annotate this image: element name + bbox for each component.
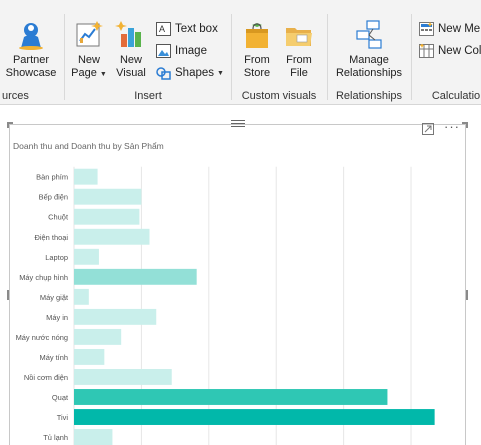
- bar[interactable]: [73, 389, 388, 405]
- bar[interactable]: [73, 328, 122, 345]
- new-page-label-text: Page: [71, 67, 97, 79]
- category-label: Quạt: [52, 393, 69, 402]
- new-visual-label-1: New: [119, 54, 142, 66]
- chevron-down-icon: ▼: [217, 69, 224, 77]
- calculator-icon: [419, 22, 434, 36]
- bar-chart-visual[interactable]: ··· Doanh thu and Doanh thu by Sản Phẩm …: [7, 119, 468, 445]
- resize-handle-top-right-v[interactable]: [466, 122, 468, 128]
- bar[interactable]: [73, 268, 197, 285]
- from-file-label-2: File: [290, 67, 308, 79]
- bar[interactable]: [73, 228, 150, 245]
- partner-showcase-label-1: Partner: [12, 54, 50, 66]
- ribbon-separator: [231, 14, 232, 100]
- image-button[interactable]: Image: [156, 44, 207, 58]
- category-label: Chuột: [48, 213, 69, 222]
- svg-text:A: A: [159, 24, 165, 34]
- new-page-label-2: Page ▼: [70, 67, 108, 81]
- chevron-down-icon: ▼: [99, 71, 107, 78]
- custom-visuals-group: From Store From File Custom visuals: [233, 10, 325, 104]
- category-label: Máy chụp hình: [19, 273, 68, 282]
- ribbon: Partner Showcase urces New Page ▼ New Vi…: [0, 0, 481, 105]
- folder-icon: [286, 28, 312, 46]
- text-box-label: Text box: [175, 23, 218, 35]
- resize-handle-right[interactable]: [466, 290, 468, 300]
- manage-relationships-label-2: Relationships: [335, 67, 403, 79]
- ribbon-separator: [327, 14, 328, 100]
- bar[interactable]: [73, 308, 157, 325]
- new-measure-button[interactable]: New Me: [419, 22, 480, 36]
- bar[interactable]: [73, 288, 89, 305]
- bar[interactable]: [73, 208, 140, 225]
- from-store-label-1: From: [244, 54, 270, 66]
- category-label: Nồi cơm điện: [24, 373, 68, 382]
- new-column-label: New Col: [438, 45, 481, 57]
- manage-relationships-button[interactable]: Manage Relationships: [331, 20, 407, 80]
- relationships-group-label: Relationships: [335, 90, 403, 102]
- category-label: Máy tính: [40, 353, 69, 362]
- insert-group-label: Insert: [134, 90, 162, 102]
- bar[interactable]: [73, 369, 172, 385]
- category-label: Laptop: [45, 253, 68, 262]
- from-file-label-1: From: [286, 54, 312, 66]
- store-icon: [246, 23, 268, 48]
- new-visual-label-2: Visual: [116, 67, 146, 79]
- bar[interactable]: [73, 188, 142, 205]
- resize-handle-left[interactable]: [7, 290, 9, 300]
- ribbon-separator: [64, 14, 65, 100]
- partner-showcase-button[interactable]: Partner Showcase: [4, 20, 58, 80]
- from-store-label-2: Store: [243, 67, 271, 79]
- manage-relationships-label-1: Manage: [349, 54, 389, 66]
- resize-handle-top-left-v[interactable]: [7, 122, 9, 128]
- category-label: Máy nước nóng: [16, 333, 68, 342]
- bar[interactable]: [73, 348, 105, 365]
- category-label: Điện thoại: [35, 233, 69, 242]
- new-page-button[interactable]: New Page ▼: [70, 20, 108, 81]
- category-label: Tivi: [57, 413, 69, 422]
- category-label: Bàn phím: [36, 173, 68, 182]
- resources-group-label: urces: [2, 90, 29, 102]
- from-file-button[interactable]: From File: [279, 20, 319, 80]
- relationships-group: Manage Relationships Relationships: [329, 10, 409, 104]
- resources-group: Partner Showcase urces: [0, 10, 62, 104]
- category-label: Máy giặt: [40, 293, 69, 302]
- bar[interactable]: [73, 429, 113, 445]
- text-box-icon: A: [156, 22, 171, 36]
- new-visual-icon: [115, 21, 141, 47]
- partner-showcase-icon: [19, 23, 43, 50]
- shapes-label: Shapes: [175, 67, 215, 79]
- insert-group: New Page ▼ New Visual A Text box Image S…: [66, 10, 230, 104]
- table-column-icon: [419, 44, 434, 58]
- new-column-button[interactable]: New Col: [419, 44, 481, 58]
- category-label: Tủ lạnh: [43, 433, 68, 442]
- new-visual-button[interactable]: New Visual: [112, 20, 150, 80]
- custom-visuals-group-label: Custom visuals: [241, 90, 317, 102]
- image-icon: [156, 44, 171, 58]
- shapes-icon: [156, 67, 171, 80]
- from-store-button[interactable]: From Store: [237, 20, 277, 80]
- calculations-group-label: Calculatio: [431, 90, 481, 102]
- partner-showcase-label-2: Showcase: [5, 67, 57, 79]
- new-page-icon: [76, 21, 103, 47]
- bar-chart-plot: Bàn phím Bếp điện Chuột Điện thoại Laptop Máy…: [16, 166, 435, 445]
- text-box-button[interactable]: A Text box: [156, 22, 218, 36]
- bar[interactable]: [73, 409, 435, 425]
- calculations-group: New Me New Col Calculatio: [413, 10, 481, 104]
- new-measure-label: New Me: [438, 23, 481, 35]
- bar[interactable]: [73, 248, 99, 265]
- new-page-label-1: New: [77, 54, 100, 66]
- bar[interactable]: [73, 168, 98, 185]
- category-label: Bếp điện: [39, 193, 68, 202]
- category-label: Máy in: [46, 313, 68, 322]
- relationships-icon: [356, 20, 382, 49]
- shapes-button[interactable]: Shapes ▼: [156, 66, 224, 80]
- image-label: Image: [175, 45, 207, 57]
- ribbon-separator: [411, 14, 412, 100]
